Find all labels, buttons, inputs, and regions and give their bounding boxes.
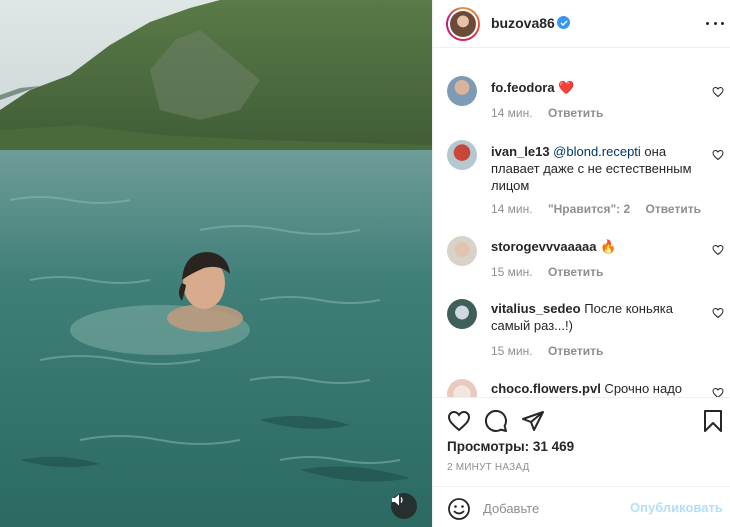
comment-mention[interactable]: @blond.recepti: [553, 144, 641, 159]
views-count[interactable]: Просмотры: 31 469: [447, 439, 574, 454]
commenter-avatar[interactable]: [447, 379, 477, 397]
commenter-avatar[interactable]: [447, 76, 477, 106]
author-username[interactable]: buzova86: [491, 15, 555, 31]
comment-time[interactable]: 15 мин.: [491, 344, 533, 358]
lake-scene-image: [0, 0, 432, 527]
post-time[interactable]: 2 МИНУТ НАЗАД: [447, 462, 530, 473]
comment-like-heart-icon[interactable]: [712, 244, 724, 256]
post-side-panel: buzova86 fo.feodora ❤️ 14 мин. Ответить: [432, 0, 730, 527]
comment-username[interactable]: fo.feodora: [491, 80, 555, 95]
post-header: buzova86: [433, 0, 730, 48]
reply-button[interactable]: Ответить: [548, 344, 603, 358]
comment-emoji: ❤️: [558, 80, 575, 95]
paper-plane-icon[interactable]: [521, 409, 545, 433]
comment-emoji: 🔥: [600, 239, 617, 254]
commenter-avatar[interactable]: [447, 236, 477, 266]
more-options-icon[interactable]: [706, 14, 724, 32]
author-avatar[interactable]: [446, 7, 480, 41]
add-comment-bar: Опубликовать: [433, 486, 730, 527]
comment-username[interactable]: choco.flowers.pvl: [491, 381, 601, 396]
bookmark-icon[interactable]: [701, 409, 725, 433]
comment-time[interactable]: 14 мин.: [491, 106, 533, 120]
reply-button[interactable]: Ответить: [646, 202, 701, 216]
comment-like-heart-icon[interactable]: [712, 86, 724, 98]
comment-time[interactable]: 15 мин.: [491, 265, 533, 279]
verified-badge-icon: [557, 16, 570, 29]
comment-likes-count[interactable]: "Нравится": 2: [548, 202, 630, 216]
commenter-avatar[interactable]: [447, 140, 477, 170]
smiley-icon[interactable]: [447, 497, 471, 521]
comment-username[interactable]: vitalius_sedeo: [491, 301, 581, 316]
instagram-post-modal: buzova86 fo.feodora ❤️ 14 мин. Ответить: [0, 0, 730, 527]
post-actions: Просмотры: 31 469 2 МИНУТ НАЗАД Опублико…: [433, 397, 730, 527]
publish-button[interactable]: Опубликовать: [630, 500, 723, 515]
comment-username[interactable]: storogevvvaaaaa: [491, 239, 597, 254]
comment-like-heart-icon[interactable]: [712, 307, 724, 319]
comment-like-heart-icon[interactable]: [712, 387, 724, 397]
sound-toggle-button[interactable]: [391, 493, 417, 519]
speaker-icon: [392, 494, 403, 506]
comment-icon[interactable]: [484, 409, 508, 433]
reply-button[interactable]: Ответить: [548, 265, 603, 279]
comment-text: Срочно надо: [600, 381, 683, 396]
comment-username[interactable]: ivan_le13: [491, 144, 550, 159]
comment-time[interactable]: 14 мин.: [491, 202, 533, 216]
reply-button[interactable]: Ответить: [548, 106, 603, 120]
post-video[interactable]: [0, 0, 432, 527]
comments-list: fo.feodora ❤️ 14 мин. Ответить ivan_le13…: [433, 49, 730, 397]
commenter-avatar[interactable]: [447, 299, 477, 329]
heart-icon[interactable]: [447, 409, 471, 433]
comment-like-heart-icon[interactable]: [712, 149, 724, 161]
